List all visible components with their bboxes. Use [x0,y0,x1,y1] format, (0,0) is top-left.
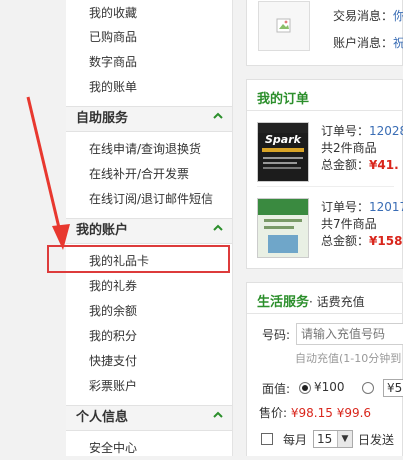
account-message-row[interactable]: 账户消息：祝 [333,34,403,51]
sidebar-item-balance[interactable]: 我的余额 [66,299,232,323]
book-stripe [262,148,304,152]
monthly-label: 每月 [283,433,308,447]
order-label: 订单号： [321,124,370,138]
price-row: 售价: ¥98.15 ¥99.6 [259,404,371,421]
section-header-personal-info[interactable]: 个人信息 [66,405,232,431]
sidebar-item-digital[interactable]: 数字商品 [66,50,232,74]
order-total-row: 总金额：¥41. [321,156,399,173]
section-header-self-service[interactable]: 自助服务 [66,106,232,132]
sidebar: 我的收藏 已购商品 数字商品 我的账单 自助服务 在线申请/查询退换货 在线补开… [66,0,233,456]
phone-number-input[interactable] [296,323,403,345]
section-title: 我的账户 [76,223,129,238]
section-title: 个人信息 [76,410,129,425]
order-number[interactable]: 12017€ [369,200,403,214]
face-value-label: 面值: [262,382,291,396]
orders-title[interactable]: 我的订单 [257,88,309,107]
sidebar-item-purchased[interactable]: 已购商品 [66,25,232,49]
sidebar-item-lottery[interactable]: 彩票账户 [66,374,232,398]
order-item-count: 共7件商品 [321,217,377,231]
day-select[interactable]: 15 ▼ [313,430,353,448]
face-value-100-label[interactable]: ¥100 [314,380,345,394]
price-label: 售价: [259,406,288,420]
collapse-icon[interactable] [212,222,224,234]
sidebar-item-quick-pay[interactable]: 快捷支付 [66,349,232,373]
account-message-label: 账户消息： [333,36,394,50]
day-select-value: 15 [317,432,333,446]
book-text-line [264,226,294,229]
book-text-line [263,157,303,159]
face-value-select-value: ¥5 [387,381,403,395]
order-total-row: 总金额：¥158 [321,232,402,249]
trade-message-row[interactable]: 交易消息：你 [333,7,403,24]
sidebar-item-gift-card[interactable]: 我的礼品卡 [66,249,232,273]
book-text-line [263,167,301,169]
section-header-my-account[interactable]: 我的账户 [66,218,232,244]
order-item-count: 共2件商品 [321,141,377,155]
book-cover-title: Spark [265,133,301,146]
phone-recharge-tab[interactable]: · 话费充值 [309,295,365,309]
life-service-header: 生活服务· 话费充值 [257,291,365,310]
book-band [258,199,308,215]
book-text-line [264,219,302,222]
price-original: ¥98.15 [290,406,333,420]
sidebar-item-bills[interactable]: 我的账单 [66,75,232,99]
divider [257,186,394,187]
orders-panel: 我的订单 Spark 订单号：120282 共2件商品 总金额：¥41. 订单号… [246,79,403,269]
book-text-line [263,162,297,164]
account-message-value[interactable]: 祝 [393,36,403,50]
broken-image-icon [258,1,310,51]
trade-message-value[interactable]: 你 [393,9,403,23]
sidebar-item-points[interactable]: 我的积分 [66,324,232,348]
order-total-label: 总金额： [321,158,370,172]
order-label: 订单号： [321,200,370,214]
life-service-title[interactable]: 生活服务 [257,295,309,310]
book-band [258,123,308,133]
sidebar-item-favorites[interactable]: 我的收藏 [66,1,232,25]
order-number-row[interactable]: 订单号：12017€ [321,198,403,215]
divider [247,110,403,111]
sidebar-item-returns[interactable]: 在线申请/查询退换货 [66,137,232,161]
price-sale: ¥99.6 [336,406,372,420]
messages-panel: 交易消息：你 账户消息：祝 [246,0,403,66]
collapse-icon[interactable] [212,409,224,421]
chevron-down-icon[interactable]: ▼ [337,431,352,447]
order-total: ¥41. [369,158,399,172]
sidebar-item-security[interactable]: 安全中心 [66,436,232,460]
face-value-other-radio[interactable] [362,382,374,394]
collapse-icon[interactable] [212,110,224,122]
book-cover[interactable] [257,198,309,258]
phone-label: 号码: [262,328,291,342]
order-total-label: 总金额： [321,234,370,248]
sidebar-item-invoice[interactable]: 在线补开/合开发票 [66,162,232,186]
book-picture [268,235,298,253]
life-service-panel: 生活服务· 话费充值 号码: 自动充值(1-10分钟到 面值: ¥100 ¥5 … [246,282,403,456]
book-cover-spark[interactable]: Spark [257,122,309,182]
face-value-100-radio[interactable] [299,382,311,394]
sidebar-item-subscribe[interactable]: 在线订阅/退订邮件短信 [66,187,232,211]
monthly-checkbox[interactable] [261,433,273,445]
day-suffix-label: 日发送 [358,433,395,447]
face-value-select[interactable]: ¥5 [383,379,403,397]
auto-recharge-hint: 自动充值(1-10分钟到 [295,352,402,365]
order-total: ¥158 [369,234,403,248]
divider [247,313,403,314]
order-number-row[interactable]: 订单号：120282 [321,122,403,139]
sidebar-item-gift-coupon[interactable]: 我的礼券 [66,274,232,298]
order-number[interactable]: 120282 [369,124,403,138]
section-title: 自助服务 [76,111,129,126]
trade-message-label: 交易消息： [333,9,394,23]
